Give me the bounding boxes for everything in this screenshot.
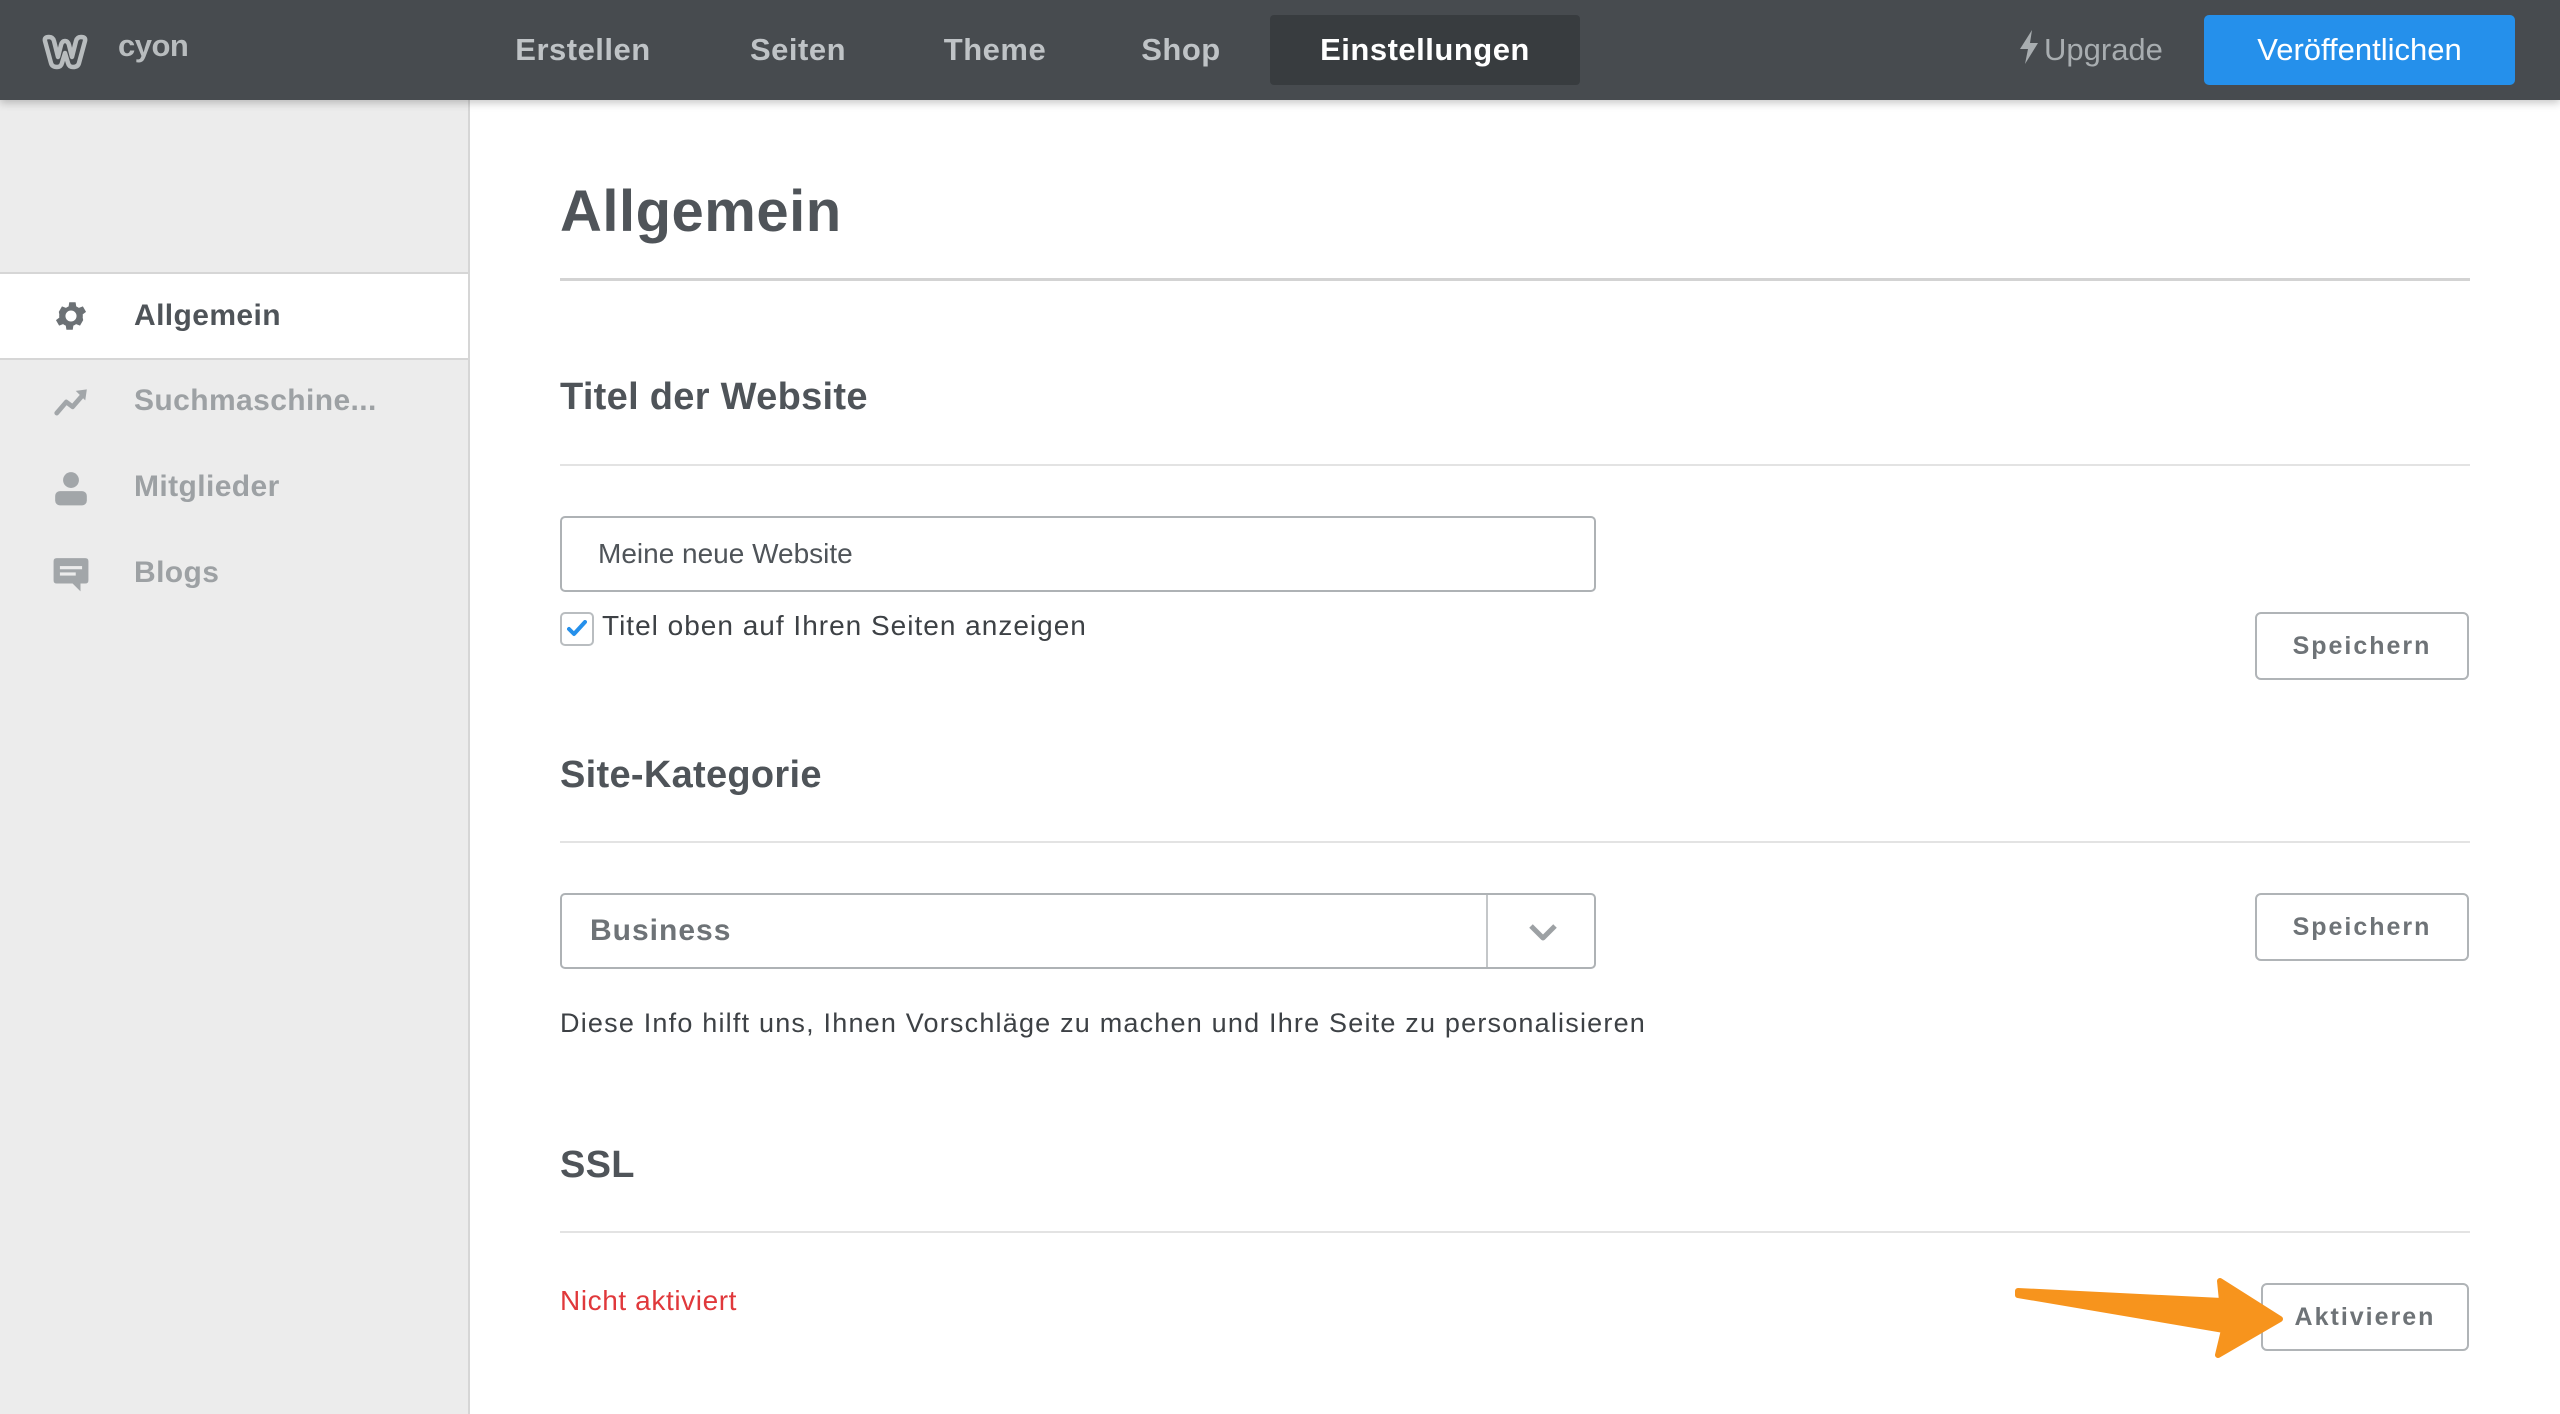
chevron-down-icon[interactable] (1528, 923, 1558, 943)
settings-sidebar: Allgemein Suchmaschine... Mitglieder Blo… (0, 100, 470, 1414)
category-help-text: Diese Info hilft uns, Ihnen Vorschläge z… (560, 1008, 1646, 1038)
sidebar-item-blogs[interactable]: Blogs (0, 530, 468, 616)
nav-tab-shop[interactable]: Shop (1116, 15, 1246, 85)
publish-button[interactable]: Veröffentlichen (2204, 15, 2515, 85)
gear-icon (55, 302, 87, 330)
upgrade-link[interactable]: Upgrade (2018, 15, 2163, 85)
weebly-logo-icon[interactable] (40, 33, 90, 71)
lightning-icon (2020, 30, 2038, 64)
sidebar-item-mitglieder[interactable]: Mitglieder (0, 444, 468, 530)
show-title-checkbox-label[interactable]: Titel oben auf Ihren Seiten anzeigen (602, 610, 1087, 642)
upgrade-label: Upgrade (2044, 32, 2163, 67)
activate-ssl-button[interactable]: Aktivieren (2261, 1283, 2469, 1351)
sidebar-item-label: Mitglieder (134, 470, 280, 503)
user-icon (55, 472, 87, 506)
save-site-title-button[interactable]: Speichern (2255, 612, 2469, 680)
trending-up-icon (54, 389, 87, 416)
annotation-arrow-icon (2015, 1278, 2283, 1358)
divider (560, 841, 2470, 843)
nav-tab-einstellungen[interactable]: Einstellungen (1270, 15, 1580, 85)
select-separator (1486, 895, 1488, 967)
sidebar-item-label: Suchmaschine... (134, 384, 377, 417)
checkmark-icon (567, 620, 587, 636)
divider (560, 1231, 2470, 1233)
nav-tab-theme[interactable]: Theme (920, 15, 1070, 85)
sidebar-item-label: Allgemein (134, 299, 281, 332)
sidebar-item-suchmaschine[interactable]: Suchmaschine... (0, 358, 468, 444)
nav-tab-erstellen[interactable]: Erstellen (488, 15, 678, 85)
page-title: Allgemein (560, 179, 842, 244)
comment-icon (53, 558, 89, 592)
section-title-category: Site-Kategorie (560, 754, 822, 796)
nav-tab-seiten[interactable]: Seiten (716, 15, 880, 85)
top-bar: cyon Erstellen Seiten Theme Shop Einstel… (0, 0, 2560, 100)
sidebar-item-label: Blogs (134, 556, 220, 589)
sidebar-item-allgemein[interactable]: Allgemein (0, 272, 468, 360)
brand-name: cyon (118, 28, 189, 63)
section-title-ssl: SSL (560, 1144, 635, 1186)
show-title-checkbox[interactable] (560, 612, 594, 646)
section-title-site-title: Titel der Website (560, 376, 868, 418)
save-category-button[interactable]: Speichern (2255, 893, 2469, 961)
category-select[interactable]: Business (560, 893, 1596, 969)
category-select-value: Business (590, 914, 732, 947)
ssl-status: Nicht aktiviert (560, 1285, 738, 1316)
site-title-input[interactable] (560, 516, 1596, 592)
divider (560, 278, 2470, 281)
divider (560, 464, 2470, 466)
